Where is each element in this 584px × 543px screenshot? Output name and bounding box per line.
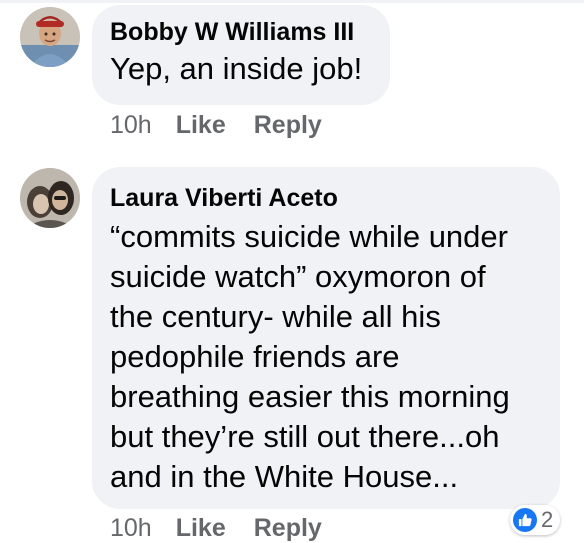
comment-text-line: suicide watch” oxymoron of: [110, 259, 486, 294]
reply-button[interactable]: Reply: [254, 513, 322, 543]
comment-text: Yep, an inside job!: [110, 51, 363, 86]
comment-text-line: pedophile friends are: [110, 339, 400, 374]
like-button[interactable]: Like: [176, 513, 226, 543]
comment-text-line: “commits suicide while under: [110, 219, 508, 254]
reply-button[interactable]: Reply: [254, 110, 322, 140]
comment-author[interactable]: Bobby W Williams III: [110, 17, 390, 47]
comment-actions: 10h Like Reply: [110, 110, 350, 140]
reaction-count: 2: [541, 507, 554, 532]
comment-actions: 10h Like Reply: [110, 513, 350, 543]
comment-bubble: Laura Viberti Aceto “commits suicide whi…: [92, 167, 560, 509]
comment-text-line: and in the White House...: [110, 459, 459, 494]
like-button[interactable]: Like: [176, 110, 226, 140]
avatar-photo-man-icon: [20, 7, 80, 67]
top-divider: [0, 0, 584, 3]
comment-timestamp[interactable]: 10h: [110, 513, 152, 543]
comment-text-line: breathing easier this morning: [110, 379, 510, 414]
comment-text-line: but they’re still out there...oh: [110, 419, 500, 454]
comment-text-line: the century- while all his: [110, 299, 441, 334]
comment-timestamp[interactable]: 10h: [110, 110, 152, 140]
avatar-laura[interactable]: [20, 168, 80, 228]
comment-text: “commits suicide while under suicide wat…: [110, 217, 560, 497]
comment-author[interactable]: Laura Viberti Aceto: [110, 183, 560, 213]
avatar-photo-women-icon: [20, 168, 80, 228]
reaction-summary[interactable]: 2: [510, 505, 561, 535]
avatar-bobby[interactable]: [20, 7, 80, 67]
comment-bubble: Bobby W Williams III Yep, an inside job!: [92, 5, 390, 105]
thumbs-up-icon: [513, 508, 537, 532]
